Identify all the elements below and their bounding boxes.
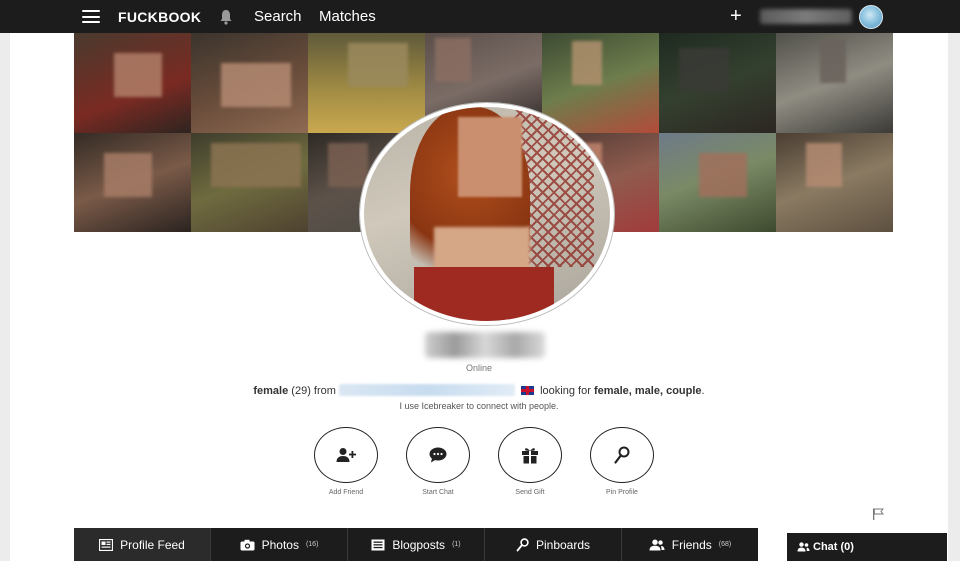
pin-icon — [516, 537, 529, 551]
chat-label: Chat (0) — [813, 541, 854, 553]
looking-for-label: looking for — [540, 385, 591, 397]
pin-profile-button[interactable]: Pin Profile — [582, 427, 662, 496]
location-redacted[interactable] — [338, 384, 515, 396]
add-friend-icon — [336, 448, 356, 462]
gift-icon — [522, 448, 538, 464]
feed-icon — [99, 538, 114, 551]
cover-tile — [74, 132, 191, 232]
from-label: from — [313, 385, 336, 397]
nav-matches-link[interactable]: Matches — [319, 8, 376, 25]
cover-tile — [776, 33, 893, 133]
online-status: Online — [465, 363, 492, 373]
user-avatar[interactable] — [859, 5, 883, 29]
tab-label: Blogposts — [392, 537, 446, 552]
friends-icon — [649, 539, 665, 550]
tab-profile-feed[interactable]: Profile Feed — [74, 528, 211, 561]
profile-photo[interactable] — [360, 103, 614, 325]
cover-tile — [659, 132, 776, 232]
gender: female — [253, 385, 289, 397]
tab-label: Friends — [671, 537, 712, 552]
cover-tile — [659, 33, 776, 133]
start-chat-label: Start Chat — [422, 489, 454, 496]
start-chat-button[interactable]: Start Chat — [398, 427, 478, 496]
start-chat-circle[interactable] — [406, 427, 470, 483]
tab-count: (68) — [718, 541, 732, 548]
nav-search-link[interactable]: Search — [254, 8, 302, 25]
send-gift-circle[interactable] — [498, 427, 562, 483]
camera-icon — [240, 539, 255, 550]
cover-tile — [191, 132, 308, 232]
tab-photos[interactable]: Photos (16) — [211, 528, 348, 561]
username-redacted[interactable] — [760, 9, 852, 24]
people-icon — [797, 542, 810, 552]
hamburger-menu-icon[interactable] — [82, 10, 100, 23]
add-friend-circle[interactable] — [314, 427, 378, 483]
cover-tile — [191, 33, 308, 133]
age: (29) — [291, 385, 311, 397]
profile-tabs: Profile Feed Photos (16) Blogposts (1) P… — [74, 528, 758, 561]
tab-label: Photos — [261, 537, 299, 552]
add-friend-button[interactable]: Add Friend — [306, 427, 386, 496]
tab-count: (1) — [452, 541, 461, 548]
add-friend-label: Add Friend — [328, 489, 364, 496]
cover-tile — [308, 33, 425, 133]
profile-name-redacted — [425, 332, 545, 358]
top-navigation-bar: FUCKBOOK Search Matches + — [0, 0, 960, 33]
plus-icon[interactable]: + — [730, 6, 742, 26]
site-logo[interactable]: FUCKBOOK — [118, 9, 201, 25]
period: . — [701, 385, 705, 397]
bell-icon[interactable] — [219, 9, 233, 25]
report-flag-icon[interactable] — [872, 508, 884, 520]
pin-icon — [614, 446, 630, 464]
chat-bar[interactable]: Chat (0) — [787, 533, 947, 561]
tab-label: Pinboards — [535, 537, 591, 552]
tab-blogposts[interactable]: Blogposts (1) — [348, 528, 485, 561]
cover-tile — [776, 132, 893, 232]
cover-tile — [74, 33, 191, 133]
uk-flag-icon — [521, 386, 535, 395]
icebreaker-note: I use Icebreaker to connect with people. — [399, 401, 559, 411]
tab-pinboards[interactable]: Pinboards — [485, 528, 622, 561]
pin-profile-circle[interactable] — [590, 427, 654, 483]
tab-count: (16) — [305, 541, 319, 548]
blog-icon — [371, 539, 385, 550]
tab-friends[interactable]: Friends (68) — [622, 528, 758, 561]
tab-label: Profile Feed — [120, 537, 185, 552]
profile-summary: female (29) from looking for female, mal… — [10, 384, 948, 397]
chat-bubble-icon — [429, 447, 447, 463]
profile-card: Online female (29) from looking for fema… — [10, 33, 948, 561]
looking-for-value: female, male, couple — [593, 385, 702, 397]
send-gift-label: Send Gift — [515, 489, 545, 496]
send-gift-button[interactable]: Send Gift — [490, 427, 570, 496]
pin-profile-label: Pin Profile — [606, 489, 638, 496]
